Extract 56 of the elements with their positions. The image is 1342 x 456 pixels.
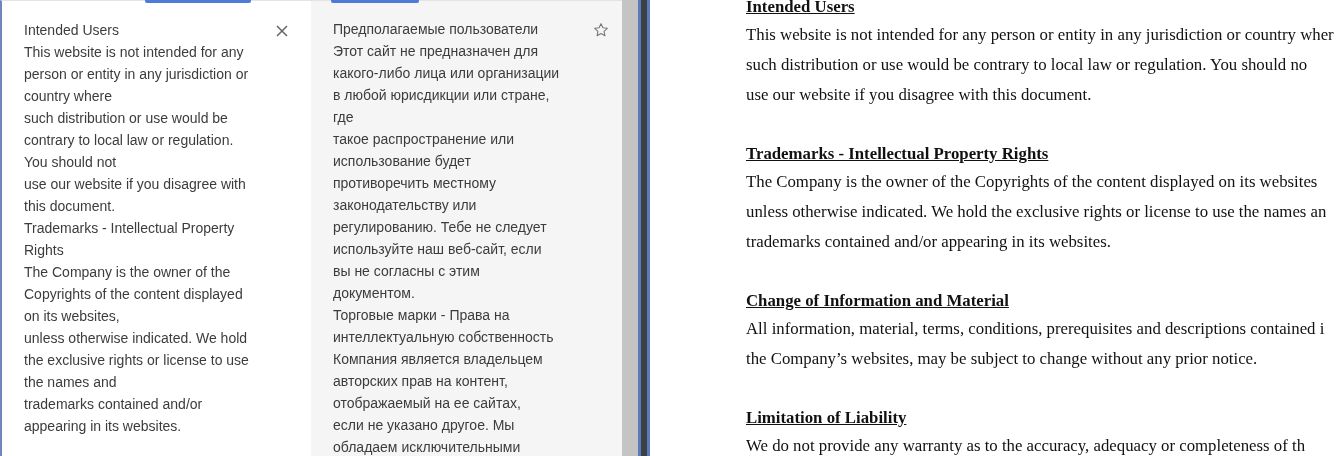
translation-text-line: интеллектуальную собственность xyxy=(333,328,555,347)
translation-text-line: используйте наш веб-сайт, если xyxy=(333,240,543,259)
source-text-line: country where xyxy=(24,87,113,106)
translation-text-line: какого-либо лица или организации xyxy=(333,64,560,83)
source-text-line: on its websites, xyxy=(24,307,121,326)
translation-text-line: отображаемый на ее сайтах, xyxy=(333,394,522,413)
section-heading: Intended Users xyxy=(746,0,856,18)
translation-text-line: авторских прав на контент, xyxy=(333,372,509,391)
star-icon xyxy=(593,22,609,38)
document-text-line: such distribution or use would be contrary to local law or regulation. You should no xyxy=(746,54,1309,76)
document-text-line: This website is not intended for any person or entity in any jurisdiction or country wher xyxy=(746,24,1335,46)
source-text-line: Intended Users xyxy=(24,21,120,40)
translation-text-line: Этот сайт не предназначен для xyxy=(333,42,540,61)
source-text-line: such distribution or use would be xyxy=(24,109,229,128)
scrollbar[interactable] xyxy=(622,0,638,456)
source-text-line: the exclusive rights or license to use xyxy=(24,351,249,370)
translation-text-line: Торговые марки - Права на xyxy=(333,306,511,325)
source-text-line: Rights xyxy=(24,241,65,260)
document-text-line: unless otherwise indicated. We hold the exclusive rights or license to use the names an xyxy=(746,201,1328,223)
source-text-line: the names and xyxy=(24,373,118,392)
document-text-line: We do not provide any warranty as to the accuracy, adequacy or completeness of th xyxy=(746,435,1307,456)
translation-text-line: использование будет xyxy=(333,152,472,171)
close-icon xyxy=(276,25,288,37)
translation-text-line: документом. xyxy=(333,284,416,303)
document-text-line: The Company is the owner of the Copyrights of the content displayed on its websites xyxy=(746,171,1319,193)
translation-text-line: в любой юрисдикции или стране, xyxy=(333,86,551,105)
translation-text-line: где xyxy=(333,108,355,127)
translation-text-line: противоречить местному xyxy=(333,174,498,193)
section-heading: Change of Information and Material xyxy=(746,290,1010,312)
translation-text-line: обладаем исключительными xyxy=(333,438,522,456)
source-text-line: You should not xyxy=(24,153,118,172)
source-text-line: contrary to local law or regulation. xyxy=(24,131,235,150)
source-text-line: trademarks contained and/or xyxy=(24,395,204,414)
section-heading: Trademarks - Intellectual Property Rights xyxy=(746,143,1050,165)
translation-text-line: вы не согласны с этим xyxy=(333,262,481,281)
source-text-line: The Company is the owner of the xyxy=(24,263,232,282)
translation-text-line: Компания является владельцем xyxy=(333,350,544,369)
source-text-line: This website is not intended for any xyxy=(24,43,245,62)
translation-text-line: такое распространение или xyxy=(333,130,516,149)
document-text-line: use our website if you disagree with this document. xyxy=(746,84,1093,106)
source-text-line: use our website if you disagree with xyxy=(24,175,247,194)
section-heading: Limitation of Liability xyxy=(746,407,908,429)
document-text-line: All information, material, terms, conditions, prerequisites and descriptions contained i xyxy=(746,318,1326,340)
translation-text-line: Предполагаемые пользователи xyxy=(333,20,540,39)
source-text-line: this document. xyxy=(24,197,117,216)
source-text-line: Copyrights of the content displayed xyxy=(24,285,244,304)
source-text-line: person or entity in any jurisdiction or xyxy=(24,65,249,84)
source-text-line: Trademarks - Intellectual Property xyxy=(24,219,236,238)
document-text-line: the Company’s websites, may be subject to change without any prior notice. xyxy=(746,348,1259,370)
document-text-line: trademarks contained and/or appearing in its websites. xyxy=(746,231,1112,253)
translation-text-line: законодательству или xyxy=(333,196,478,215)
source-text-line: unless otherwise indicated. We hold xyxy=(24,329,249,348)
translation-text-line: регулированию. Тебе не следует xyxy=(333,218,548,237)
translation-text-line: если не указано другое. Мы xyxy=(333,416,516,435)
star-button[interactable] xyxy=(592,21,610,39)
source-text-line: appearing in its websites. xyxy=(24,417,183,436)
